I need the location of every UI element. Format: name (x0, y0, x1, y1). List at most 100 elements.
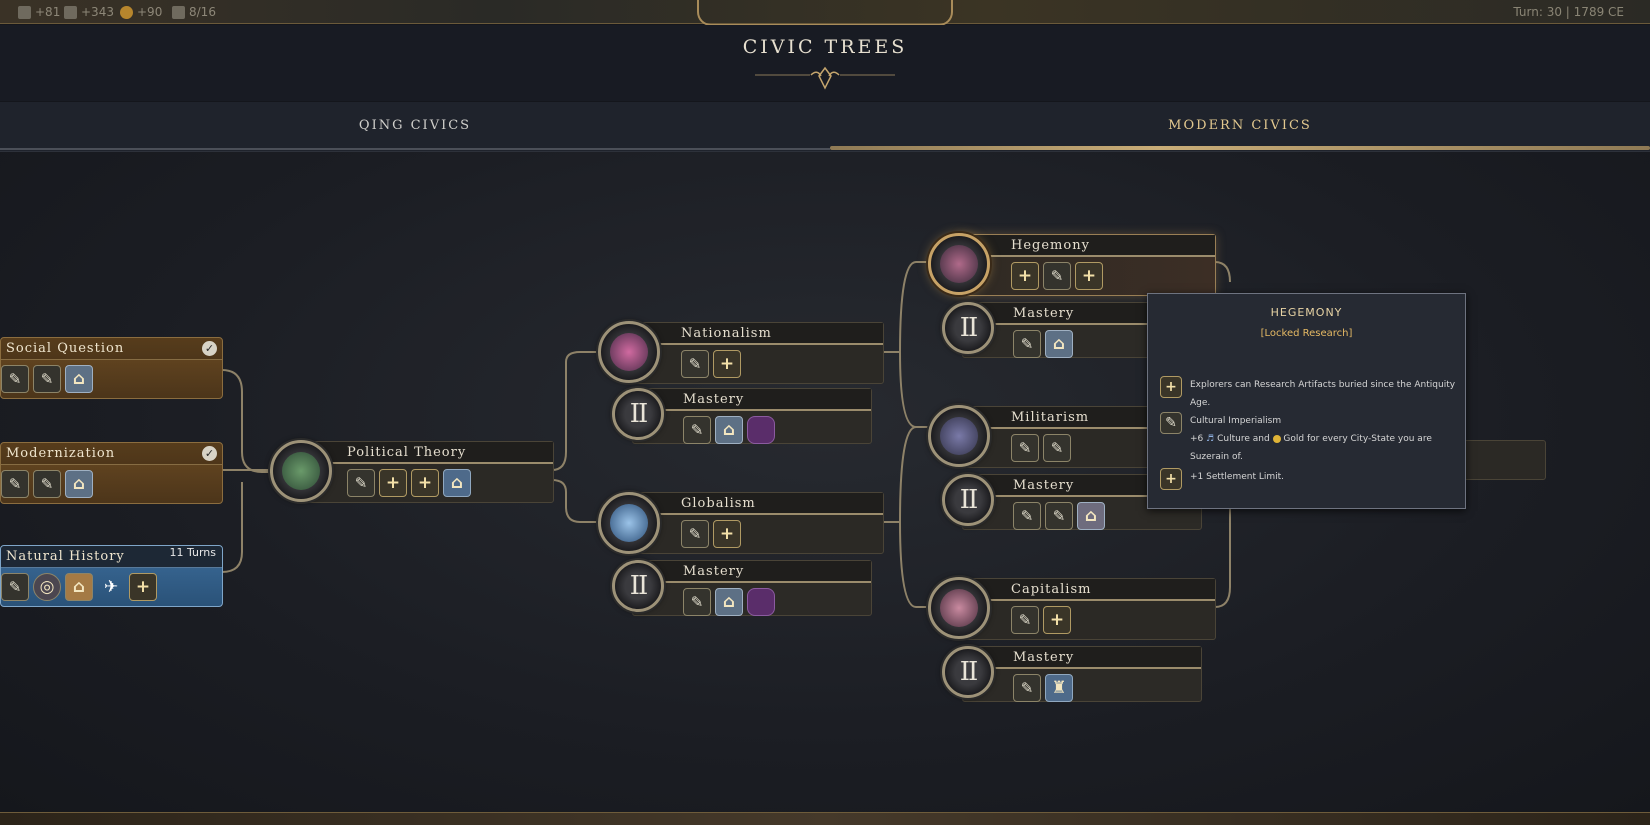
plus-icon[interactable]: + (1043, 606, 1071, 634)
node-rewards: ✎ ✎ ⌂ (1013, 502, 1105, 530)
tab-qing-civics[interactable]: QING CIVICS (0, 102, 830, 152)
pen-icon[interactable]: ✎ (347, 469, 375, 497)
pen-icon[interactable]: ✎ (1013, 502, 1041, 530)
wonder-icon[interactable]: ◎ (33, 573, 61, 601)
culture-resource: +343 (64, 5, 114, 19)
figure-icon (940, 245, 978, 283)
hegemony-medal[interactable] (928, 233, 990, 295)
card-social-question[interactable]: Social Question ✓ ✎ ✎ ⌂ (0, 337, 223, 399)
plus-icon[interactable]: + (713, 350, 741, 378)
node-political-theory[interactable]: Political Theory ✎ + + ⌂ (296, 441, 554, 503)
pen-icon[interactable]: ✎ (681, 350, 709, 378)
node-title: Mastery (633, 561, 871, 583)
tab-modern-civics[interactable]: MODERN CIVICS (830, 102, 1650, 152)
plus-icon: + (1160, 468, 1182, 490)
pen-icon[interactable]: ✎ (1043, 262, 1071, 290)
turns-remaining: 11 Turns (169, 546, 216, 559)
globalism-medal[interactable] (598, 492, 660, 554)
capitalism-mastery-medal[interactable]: II (942, 646, 994, 698)
bottom-frame (0, 812, 1650, 825)
pen-icon[interactable]: ✎ (33, 470, 61, 498)
pen-icon[interactable]: ✎ (1013, 674, 1041, 702)
node-nationalism[interactable]: Nationalism ✎ + (630, 322, 884, 384)
science-icon (18, 5, 31, 19)
pen-icon[interactable]: ✎ (683, 588, 711, 616)
building-icon[interactable]: ⌂ (65, 470, 93, 498)
node-rewards: ✎ ⌂ (1013, 330, 1073, 358)
gold-icon (1272, 434, 1281, 443)
militarism-medal[interactable] (928, 405, 990, 467)
pen-icon[interactable]: ✎ (1011, 606, 1039, 634)
node-capitalism-mastery[interactable]: Mastery ✎ ♜ (962, 646, 1202, 702)
militarism-mastery-medal[interactable]: II (942, 474, 994, 526)
scroll-icon (282, 452, 320, 490)
political-theory-medal[interactable] (270, 440, 332, 502)
pen-icon[interactable]: ✎ (1013, 330, 1041, 358)
tooltip-row-text: +1 Settlement Limit. (1190, 472, 1285, 482)
tooltip-title: HEGEMONY (1270, 306, 1343, 319)
node-globalism[interactable]: Globalism ✎ + (630, 492, 884, 554)
pen-icon[interactable]: ✎ (1011, 434, 1039, 462)
check-icon: ✓ (202, 446, 217, 461)
pen-icon[interactable]: ✎ (33, 365, 61, 393)
pen-icon: ✎ (1160, 412, 1182, 434)
active-tab-indicator (830, 146, 1650, 150)
ship-icon (940, 589, 978, 627)
node-rewards: ✎ ⌂ (683, 416, 775, 444)
card-modernization[interactable]: Modernization ✓ ✎ ✎ ⌂ (0, 442, 223, 504)
science-resource: +81 (18, 5, 60, 19)
statue-icon[interactable]: ♜ (1045, 674, 1073, 702)
tooltip-row-settlement: + +1 Settlement Limit. (1160, 468, 1460, 490)
building-icon[interactable]: ⌂ (715, 416, 743, 444)
node-nationalism-mastery[interactable]: Mastery ✎ ⌂ (632, 388, 872, 444)
gold-icon (120, 5, 133, 19)
building-icon[interactable]: ⌂ (443, 469, 471, 497)
node-rewards: ✎ + (681, 350, 741, 378)
plus-icon[interactable]: + (1011, 262, 1039, 290)
node-title: Globalism (631, 493, 883, 515)
pen-icon[interactable]: ✎ (1, 470, 29, 498)
node-rewards: ✎ ♜ (1013, 674, 1073, 702)
plus-icon[interactable]: + (379, 469, 407, 497)
node-title: Hegemony (961, 235, 1215, 257)
card-natural-history[interactable]: Natural History 11 Turns ✎ ◎ ⌂ ✈ + (0, 545, 223, 607)
node-rewards: ✎ + (1011, 606, 1071, 634)
node-rewards: ✎ + (681, 520, 741, 548)
plus-icon[interactable]: + (129, 573, 157, 601)
nationalism-mastery-medal[interactable]: II (612, 388, 664, 440)
tooltip-row-text: Explorers can Research Artifacts buried … (1190, 380, 1456, 408)
tab-divider (0, 148, 830, 150)
building-icon[interactable]: ⌂ (65, 573, 93, 601)
purple-icon[interactable] (747, 416, 775, 444)
card-rewards: ✎ ✎ ⌂ (1, 365, 93, 393)
pen-icon[interactable]: ✎ (681, 520, 709, 548)
nationalism-medal[interactable] (598, 321, 660, 383)
pen-icon[interactable]: ✎ (1, 365, 29, 393)
card-rewards: ✎ ✎ ⌂ (1, 470, 93, 498)
hegemony-mastery-medal[interactable]: II (942, 302, 994, 354)
tooltip-row-text: Cultural Imperialism +6 ♬ Culture and Go… (1190, 416, 1432, 462)
purple-icon[interactable] (747, 588, 775, 616)
plus-icon[interactable]: + (411, 469, 439, 497)
building-icon[interactable]: ⌂ (715, 588, 743, 616)
pen-icon[interactable]: ✎ (1043, 434, 1071, 462)
node-hegemony[interactable]: Hegemony + ✎ + (960, 234, 1216, 296)
pen-icon[interactable]: ✎ (683, 416, 711, 444)
capitalism-medal[interactable] (928, 577, 990, 639)
node-title: Mastery (633, 389, 871, 411)
culture-icon (64, 5, 77, 19)
node-capitalism[interactable]: Capitalism ✎ + (960, 578, 1216, 640)
building-icon[interactable]: ⌂ (1077, 502, 1105, 530)
node-rewards: ✎ ✎ (1011, 434, 1071, 462)
building-icon[interactable]: ⌂ (1045, 330, 1073, 358)
plus-icon[interactable]: + (1075, 262, 1103, 290)
node-globalism-mastery[interactable]: Mastery ✎ ⌂ (632, 560, 872, 616)
tooltip-row-imperialism: ✎ Cultural Imperialism +6 ♬ Culture and … (1160, 412, 1460, 466)
globalism-mastery-medal[interactable]: II (612, 560, 664, 612)
pen-icon[interactable]: ✎ (1, 573, 29, 601)
title-ornament-icon (755, 66, 895, 90)
dove-icon[interactable]: ✈ (97, 573, 125, 601)
plus-icon[interactable]: + (713, 520, 741, 548)
building-icon[interactable]: ⌂ (65, 365, 93, 393)
pen-icon[interactable]: ✎ (1045, 502, 1073, 530)
